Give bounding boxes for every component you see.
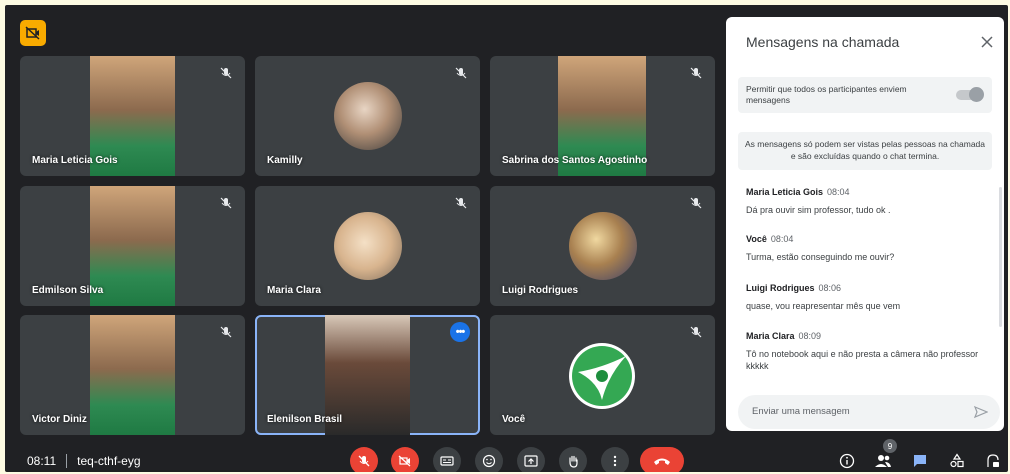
mic-off-icon <box>690 197 702 209</box>
participant-name: Edmilson Silva <box>32 285 104 296</box>
captions-icon <box>440 456 454 466</box>
participant-video <box>90 315 175 435</box>
activities-button[interactable] <box>947 451 967 471</box>
participant-name: Sabrina dos Santos Agostinho <box>502 155 648 166</box>
lock-person-icon <box>987 454 999 467</box>
participant-tile-sabrina[interactable]: Sabrina dos Santos Agostinho <box>490 56 715 176</box>
hand-icon <box>569 455 578 468</box>
camera-off-icon <box>398 455 411 467</box>
participants-button[interactable] <box>873 451 893 471</box>
message-text: Dá pra ouvir sim professor, tudo ok . <box>746 205 891 215</box>
chat-scrollbar[interactable] <box>999 187 1002 327</box>
present-icon <box>524 455 538 467</box>
chat-message: Maria Leticia Gois 08:04 Dá pra ouvir sim… <box>746 182 986 216</box>
permission-toggle[interactable] <box>956 87 984 102</box>
message-author: Maria Leticia Gois <box>746 187 824 197</box>
message-author: Luigi Rodrigues <box>746 283 815 293</box>
info-icon <box>839 453 855 469</box>
chat-icon <box>914 455 926 467</box>
chat-message: Maria Clara 08:09 Tô no notebook aqui e n… <box>746 326 986 372</box>
message-text: Turma, estão conseguindo me ouvir? <box>746 252 895 262</box>
message-time: 08:06 <box>818 283 842 293</box>
participant-logo <box>569 343 635 409</box>
chat-panel: Mensagens na chamada Permitir que todos … <box>726 17 1004 431</box>
message-time: 08:04 <box>827 187 850 197</box>
host-controls-button[interactable] <box>983 451 1003 471</box>
participant-name: Maria Leticia Gois <box>32 155 118 166</box>
participant-name: Victor Diniz <box>32 414 87 425</box>
chat-title: Mensagens na chamada <box>746 34 900 50</box>
message-text: quase, vou reapresentar mês que vem <box>746 301 901 311</box>
permission-setting: Permitir que todos os participantes envi… <box>738 77 992 113</box>
participant-name: Maria Clara <box>267 285 321 296</box>
camera-toggle-button[interactable] <box>391 447 419 472</box>
avatar <box>333 212 402 280</box>
participant-name: Kamilly <box>267 155 303 166</box>
send-icon[interactable] <box>974 405 988 419</box>
people-icon <box>875 455 891 467</box>
reactions-button[interactable] <box>475 447 503 472</box>
more-options-button[interactable] <box>601 447 629 472</box>
activities-icon <box>950 453 964 468</box>
close-icon[interactable] <box>980 35 994 49</box>
mic-off-icon <box>220 197 232 209</box>
participant-tile-victor[interactable]: Victor Diniz <box>20 315 245 435</box>
message-time: 08:09 <box>798 331 822 341</box>
chat-button[interactable] <box>910 451 930 471</box>
present-screen-button[interactable] <box>517 447 545 472</box>
chat-message: Luigi Rodrigues 08:06 quase, vou reaprese… <box>746 278 986 312</box>
emoji-icon <box>482 454 496 468</box>
participant-tile-maria-clara[interactable]: Maria Clara <box>255 186 480 306</box>
more-options-button[interactable]: ••• <box>450 322 470 342</box>
end-call-button[interactable] <box>640 447 684 472</box>
chat-message: Você 08:04 Turma, estão conseguindo me ou… <box>746 229 986 263</box>
participant-tile-edmilson[interactable]: Edmilson Silva <box>20 186 245 306</box>
microphone-toggle-button[interactable] <box>350 447 378 472</box>
participant-tile-kamilly[interactable]: Kamilly <box>255 56 480 176</box>
avatar <box>333 82 402 150</box>
participant-name: Você <box>502 414 526 425</box>
chat-info-notice: As mensagens só podem ser vistas pelas p… <box>738 132 992 170</box>
meeting-details-button[interactable] <box>837 451 857 471</box>
avatar <box>568 212 637 280</box>
message-author: Maria Clara <box>746 331 795 341</box>
camera-off-icon <box>25 26 40 40</box>
meeting-details: 08:11 teq-cthf-eyg <box>27 454 141 468</box>
mic-off-icon <box>690 67 702 79</box>
phone-hangup-icon <box>654 458 670 465</box>
participant-tile-maria-leticia[interactable]: Maria Leticia Gois <box>20 56 245 176</box>
mic-off-icon <box>455 67 467 79</box>
mic-off-icon <box>220 326 232 338</box>
participant-tile-luigi[interactable]: Luigi Rodrigues <box>490 186 715 306</box>
participant-name: Luigi Rodrigues <box>502 285 579 296</box>
message-time: 08:04 <box>770 234 794 244</box>
mic-off-icon <box>220 67 232 79</box>
message-author: Você <box>746 234 767 244</box>
mic-off-icon <box>455 197 467 209</box>
meet-window: Maria Leticia Gois Kamilly Sabrina dos S… <box>5 5 1008 472</box>
recording-badge[interactable] <box>20 20 46 46</box>
participant-tile-elenilson[interactable]: ••• Elenilson Brasil <box>255 315 480 435</box>
captions-button[interactable] <box>433 447 461 472</box>
raise-hand-button[interactable] <box>559 447 587 472</box>
mic-off-icon <box>358 455 370 467</box>
chat-message-input[interactable]: Enviar uma mensagem <box>738 395 1000 429</box>
mic-off-icon <box>690 326 702 338</box>
participant-tile-self[interactable]: Você <box>490 315 715 435</box>
participant-name: Elenilson Brasil <box>267 414 343 425</box>
more-vert-icon <box>613 455 617 467</box>
divider <box>66 454 68 468</box>
meeting-time: 08:11 <box>27 454 57 468</box>
meeting-code: teq-cthf-eyg <box>77 454 141 468</box>
permission-label: Permitir que todos os participantes envi… <box>746 84 907 105</box>
message-text: Tô no notebook aqui e não presta a câmer… <box>746 349 979 371</box>
chat-input-placeholder: Enviar uma mensagem <box>752 406 850 417</box>
